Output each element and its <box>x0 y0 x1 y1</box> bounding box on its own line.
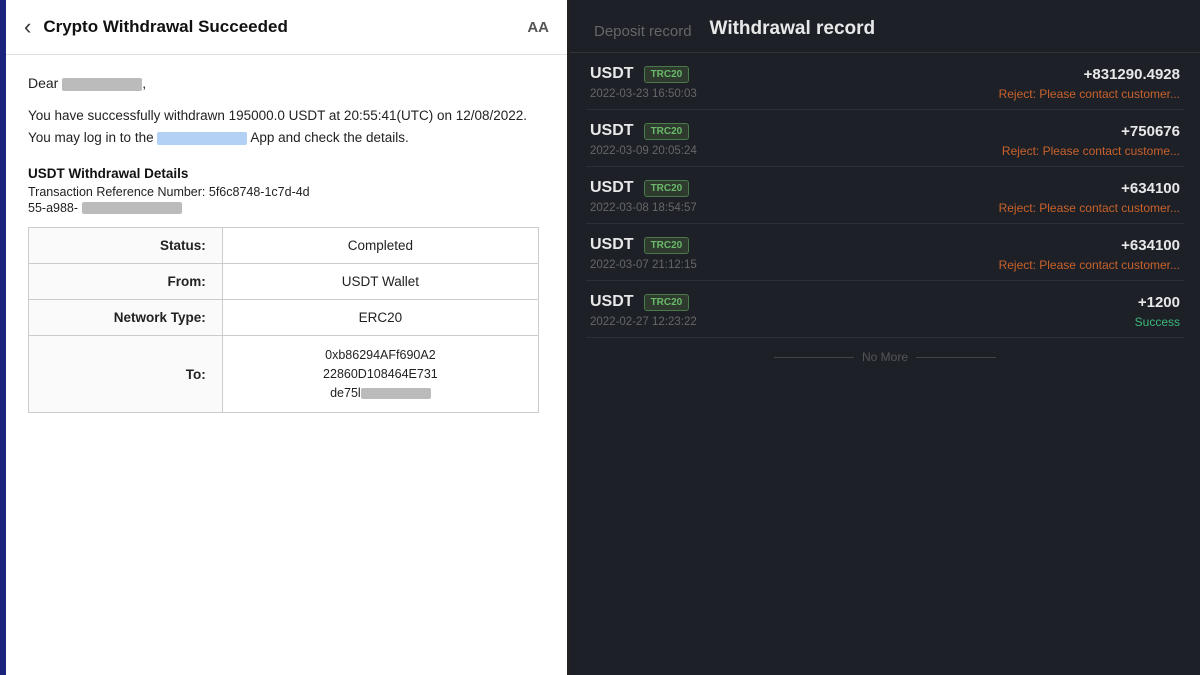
no-more-line-right <box>916 357 996 358</box>
item-row-top: USDT TRC20 +750676 <box>590 122 1180 140</box>
trc20-badge: TRC20 <box>644 294 690 311</box>
item-currency-row: USDT TRC20 <box>590 65 689 83</box>
item-row-bottom: 2022-02-27 12:23:22 Success <box>590 315 1180 329</box>
right-panel: Deposit record Withdrawal record USDT TR… <box>570 0 1200 675</box>
status-value: Completed <box>222 228 538 264</box>
item-timestamp: 2022-03-23 16:50:03 <box>590 88 697 100</box>
item-timestamp: 2022-02-27 12:23:22 <box>590 316 697 328</box>
back-icon[interactable]: ‹ <box>24 14 31 40</box>
amount-value: +750676 <box>1121 123 1180 140</box>
email-header: ‹ Crypto Withdrawal Succeeded AA <box>0 0 567 55</box>
item-currency-row: USDT TRC20 <box>590 236 689 254</box>
item-currency-row: USDT TRC20 <box>590 179 689 197</box>
email-title: Crypto Withdrawal Succeeded <box>43 17 527 37</box>
network-value: ERC20 <box>222 300 538 336</box>
item-row-top: USDT TRC20 +1200 <box>590 293 1180 311</box>
to-value: 0xb86294AFf690A222860D108464E731de75l <box>222 336 538 413</box>
from-label: From: <box>29 264 223 300</box>
item-timestamp: 2022-03-08 18:54:57 <box>590 202 697 214</box>
to-label: To: <box>29 336 223 413</box>
amount-value: +634100 <box>1121 180 1180 197</box>
currency-label: USDT <box>590 65 634 83</box>
table-row-network: Network Type: ERC20 <box>29 300 539 336</box>
txn-ref-prefix: 55-a988- <box>28 201 78 215</box>
table-row-status: Status: Completed <box>29 228 539 264</box>
greeting-line: Dear , <box>28 75 539 91</box>
email-body: You have successfully withdrawn 195000.0… <box>28 105 539 148</box>
table-row-from: From: USDT Wallet <box>29 264 539 300</box>
no-more-line-left <box>774 357 854 358</box>
trc20-badge: TRC20 <box>644 237 690 254</box>
list-item: USDT TRC20 +831290.4928 2022-03-23 16:50… <box>586 53 1184 110</box>
body-text-after: App and check the details. <box>250 130 408 145</box>
amount-value: +634100 <box>1121 237 1180 254</box>
no-more-indicator: No More <box>586 338 1184 372</box>
status-reject: Reject: Please contact customer... <box>999 258 1180 272</box>
item-row-top: USDT TRC20 +831290.4928 <box>590 65 1180 83</box>
aa-button[interactable]: AA <box>527 19 549 36</box>
status-label: Status: <box>29 228 223 264</box>
no-more-text: No More <box>862 350 908 364</box>
trc20-badge: TRC20 <box>644 180 690 197</box>
left-border-decoration <box>0 0 6 675</box>
tab-withdrawal[interactable]: Withdrawal record <box>710 18 876 40</box>
item-row-bottom: 2022-03-07 21:12:15 Reject: Please conta… <box>590 258 1180 272</box>
withdrawal-list: USDT TRC20 +831290.4928 2022-03-23 16:50… <box>570 53 1200 675</box>
item-timestamp: 2022-03-09 20:05:24 <box>590 145 697 157</box>
txn-ref-redacted <box>82 202 182 214</box>
to-address-redacted <box>361 388 431 399</box>
withdrawal-details-table: Status: Completed From: USDT Wallet Netw… <box>28 227 539 413</box>
item-timestamp: 2022-03-07 21:12:15 <box>590 259 697 271</box>
status-reject: Reject: Please contact customer... <box>999 201 1180 215</box>
trc20-badge: TRC20 <box>644 66 690 83</box>
status-reject: Reject: Please contact customer... <box>999 87 1180 101</box>
greeting-text: Dear <box>28 75 58 91</box>
txn-ref-line2: 55-a988- <box>28 201 539 215</box>
status-success: Success <box>1135 315 1180 329</box>
left-panel: ‹ Crypto Withdrawal Succeeded AA Dear , … <box>0 0 570 675</box>
section-title: USDT Withdrawal Details <box>28 166 539 181</box>
recipient-name-redacted <box>62 78 142 91</box>
currency-label: USDT <box>590 236 634 254</box>
trc20-badge: TRC20 <box>644 123 690 140</box>
item-currency-row: USDT TRC20 <box>590 293 689 311</box>
item-row-bottom: 2022-03-08 18:54:57 Reject: Please conta… <box>590 201 1180 215</box>
amount-value: +1200 <box>1138 294 1180 311</box>
list-item: USDT TRC20 +634100 2022-03-08 18:54:57 R… <box>586 167 1184 224</box>
app-link-redacted <box>157 132 247 145</box>
item-row-bottom: 2022-03-23 16:50:03 Reject: Please conta… <box>590 87 1180 101</box>
right-header: Deposit record Withdrawal record <box>570 0 1200 53</box>
status-reject: Reject: Please contact custome... <box>1002 144 1180 158</box>
item-currency-row: USDT TRC20 <box>590 122 689 140</box>
list-item: USDT TRC20 +750676 2022-03-09 20:05:24 R… <box>586 110 1184 167</box>
list-item: USDT TRC20 +634100 2022-03-07 21:12:15 R… <box>586 224 1184 281</box>
email-content: Dear , You have successfully withdrawn 1… <box>0 55 567 675</box>
txn-ref-line1: Transaction Reference Number: 5f6c8748-1… <box>28 185 539 199</box>
currency-label: USDT <box>590 293 634 311</box>
network-label: Network Type: <box>29 300 223 336</box>
from-value: USDT Wallet <box>222 264 538 300</box>
table-row-to: To: 0xb86294AFf690A222860D108464E731de75… <box>29 336 539 413</box>
item-row-top: USDT TRC20 +634100 <box>590 179 1180 197</box>
currency-label: USDT <box>590 179 634 197</box>
item-row-bottom: 2022-03-09 20:05:24 Reject: Please conta… <box>590 144 1180 158</box>
amount-value: +831290.4928 <box>1084 66 1180 83</box>
tab-deposit[interactable]: Deposit record <box>594 23 692 40</box>
currency-label: USDT <box>590 122 634 140</box>
item-row-top: USDT TRC20 +634100 <box>590 236 1180 254</box>
list-item: USDT TRC20 +1200 2022-02-27 12:23:22 Suc… <box>586 281 1184 338</box>
